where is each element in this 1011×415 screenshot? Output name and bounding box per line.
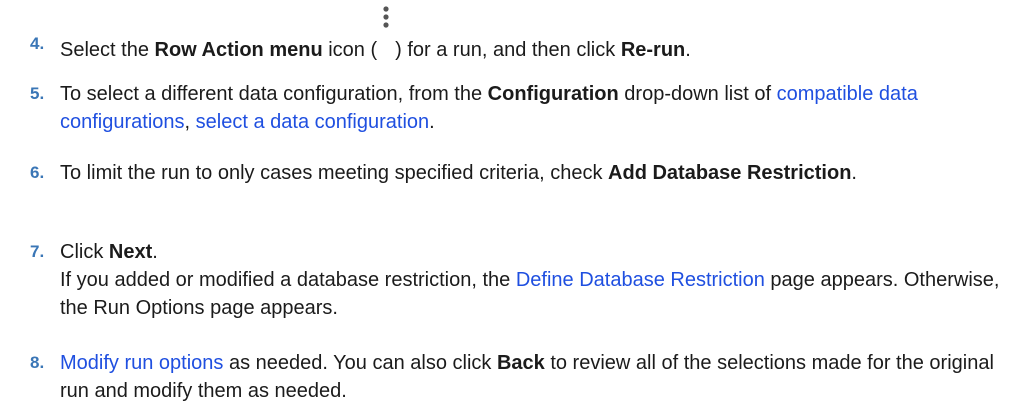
step-number: 6. xyxy=(30,163,45,182)
define-database-restriction-link[interactable]: Define Database Restriction xyxy=(516,269,765,291)
vertical-ellipsis-icon xyxy=(377,6,395,58)
step-number: 5. xyxy=(30,84,45,103)
bold-term: Next xyxy=(108,241,153,263)
text-segment: To select a different data configuration… xyxy=(60,83,488,105)
text-segment: Select the xyxy=(60,39,155,61)
step-number: 8. xyxy=(30,353,45,372)
text-segment: . xyxy=(685,39,691,61)
step-text: To limit the run to only cases meeting s… xyxy=(60,159,1005,187)
text-segment: icon ( xyxy=(322,39,378,61)
step-number: 4. xyxy=(30,34,45,53)
procedure-steps: 4. Select the Row Action menu icon ( ) fo… xyxy=(0,0,1011,415)
text-segment: . xyxy=(429,111,435,133)
bold-term: Configuration xyxy=(487,83,619,105)
text-segment: drop-down list of xyxy=(618,83,777,105)
step-text: Click Next. If you added or modified a da… xyxy=(60,238,1005,322)
bold-term: Re-run xyxy=(620,39,686,61)
step-number: 7. xyxy=(30,242,45,261)
select-data-configuration-link[interactable]: select a data configuration xyxy=(196,111,430,133)
bold-term: Add Database Restriction xyxy=(608,162,852,184)
step-text: Modify run options as needed. You can al… xyxy=(60,349,1005,405)
bold-term: Row Action menu xyxy=(154,39,323,61)
text-segment: ) for a run, and then click xyxy=(395,39,621,61)
text-segment: To limit the run to only cases meeting s… xyxy=(60,162,609,184)
text-segment: . xyxy=(851,162,857,184)
text-segment: , xyxy=(184,111,196,133)
text-segment: . xyxy=(152,241,158,263)
step-text: To select a different data configuration… xyxy=(60,80,1005,136)
text-segment: as needed. You can also click xyxy=(223,352,497,374)
step-text: Select the Row Action menu icon ( ) for a… xyxy=(60,6,1005,64)
modify-run-options-link[interactable]: Modify run options xyxy=(60,352,223,374)
text-segment: Click xyxy=(60,241,109,263)
bold-term: Back xyxy=(496,352,545,374)
text-segment: If you added or modified a database rest… xyxy=(60,269,516,291)
